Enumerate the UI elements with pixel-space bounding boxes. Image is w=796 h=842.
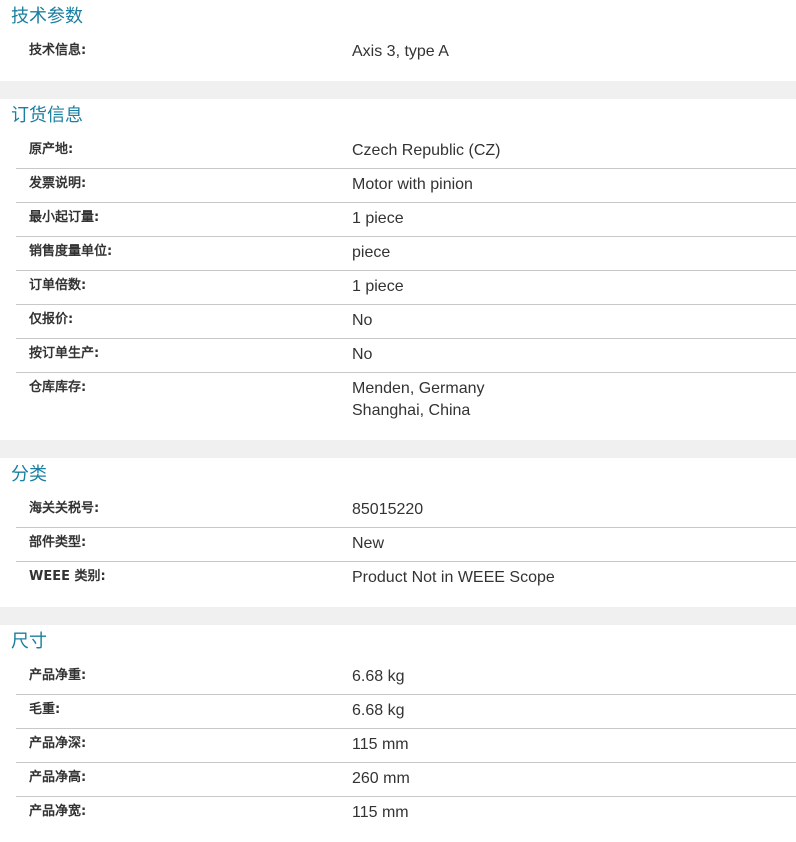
row-label: 产品净深:: [29, 736, 87, 751]
section-divider: [0, 81, 796, 99]
row-value: Czech Republic (CZ): [352, 142, 501, 159]
spec-table: 产品净重: 6.68 kg 毛重: 6.68 kg 产品净深: 115 mm 产…: [16, 661, 796, 830]
row-value: 85015220: [352, 501, 424, 518]
row-label: 仅报价:: [29, 312, 74, 327]
row-value: Axis 3, type A: [352, 43, 449, 60]
table-row: 原产地: Czech Republic (CZ): [16, 135, 796, 168]
row-value: No: [352, 346, 373, 363]
section-ordering-info: 订货信息 原产地: Czech Republic (CZ) 发票说明: Moto…: [0, 99, 796, 440]
table-row: 按订单生产: No: [16, 338, 796, 372]
spec-table: 技术信息: Axis 3, type A: [16, 36, 796, 69]
row-value: Motor with pinion: [352, 176, 473, 193]
section-divider: [0, 440, 796, 458]
row-label: 技术信息:: [29, 43, 87, 58]
table-row: 发票说明: Motor with pinion: [16, 168, 796, 202]
table-row: 最小起订量: 1 piece: [16, 202, 796, 236]
section-title: 订货信息: [11, 105, 83, 126]
section-classification: 分类 海关关税号: 85015220 部件类型: New WEEE 类别: Pr…: [0, 458, 796, 607]
table-row: WEEE 类别: Product Not in WEEE Scope: [16, 561, 796, 595]
row-value: 1 piece: [352, 210, 404, 227]
row-label: 订单倍数:: [29, 278, 87, 293]
section-dimensions: 尺寸 产品净重: 6.68 kg 毛重: 6.68 kg 产品净深: 115 m…: [0, 625, 796, 842]
table-row: 销售度量单位: piece: [16, 236, 796, 270]
section-title: 分类: [11, 464, 47, 485]
spec-table: 原产地: Czech Republic (CZ) 发票说明: Motor wit…: [16, 135, 796, 428]
table-row: 产品净重: 6.68 kg: [16, 661, 796, 694]
row-label: 原产地:: [29, 142, 74, 157]
row-label: 最小起订量:: [29, 210, 100, 225]
section-title: 技术参数: [11, 6, 83, 27]
table-row: 订单倍数: 1 piece: [16, 270, 796, 304]
row-label: 发票说明:: [29, 176, 87, 191]
row-label: 产品净高:: [29, 770, 87, 785]
section-title: 尺寸: [11, 631, 47, 652]
row-label: 按订单生产:: [29, 346, 100, 361]
table-row: 产品净宽: 115 mm: [16, 796, 796, 830]
table-row: 毛重: 6.68 kg: [16, 694, 796, 728]
row-label: 产品净重:: [29, 668, 87, 683]
table-row: 仅报价: No: [16, 304, 796, 338]
section-divider: [0, 607, 796, 625]
row-label: 海关关税号:: [29, 501, 100, 516]
row-value: piece: [352, 244, 391, 261]
table-row: 海关关税号: 85015220: [16, 494, 796, 527]
row-label: 销售度量单位:: [29, 244, 113, 259]
row-value: Menden, Germany Shanghai, China: [336, 373, 485, 428]
row-value: 6.68 kg: [352, 668, 405, 685]
warehouse-location: Menden, Germany: [352, 380, 485, 397]
table-row: 部件类型: New: [16, 527, 796, 561]
row-label: WEEE 类别:: [29, 569, 106, 584]
table-row: 仓库库存: Menden, Germany Shanghai, China: [16, 372, 796, 428]
row-value: 1 piece: [352, 278, 404, 295]
row-value: Product Not in WEEE Scope: [352, 569, 555, 586]
table-row: 产品净深: 115 mm: [16, 728, 796, 762]
row-value: 115 mm: [352, 736, 409, 753]
table-row: 产品净高: 260 mm: [16, 762, 796, 796]
row-label: 产品净宽:: [29, 804, 87, 819]
spec-table: 海关关税号: 85015220 部件类型: New WEEE 类别: Produ…: [16, 494, 796, 595]
row-value: No: [352, 312, 373, 329]
row-value: 260 mm: [352, 770, 410, 787]
row-value: 115 mm: [352, 804, 409, 821]
warehouse-location: Shanghai, China: [352, 402, 471, 419]
row-label: 仓库库存:: [29, 380, 87, 395]
row-label: 部件类型:: [29, 535, 87, 550]
row-value: 6.68 kg: [352, 702, 405, 719]
table-row: 技术信息: Axis 3, type A: [16, 36, 796, 69]
row-label: 毛重:: [29, 702, 61, 717]
row-value: New: [352, 535, 385, 552]
section-technical-data: 技术参数 技术信息: Axis 3, type A: [0, 0, 796, 81]
